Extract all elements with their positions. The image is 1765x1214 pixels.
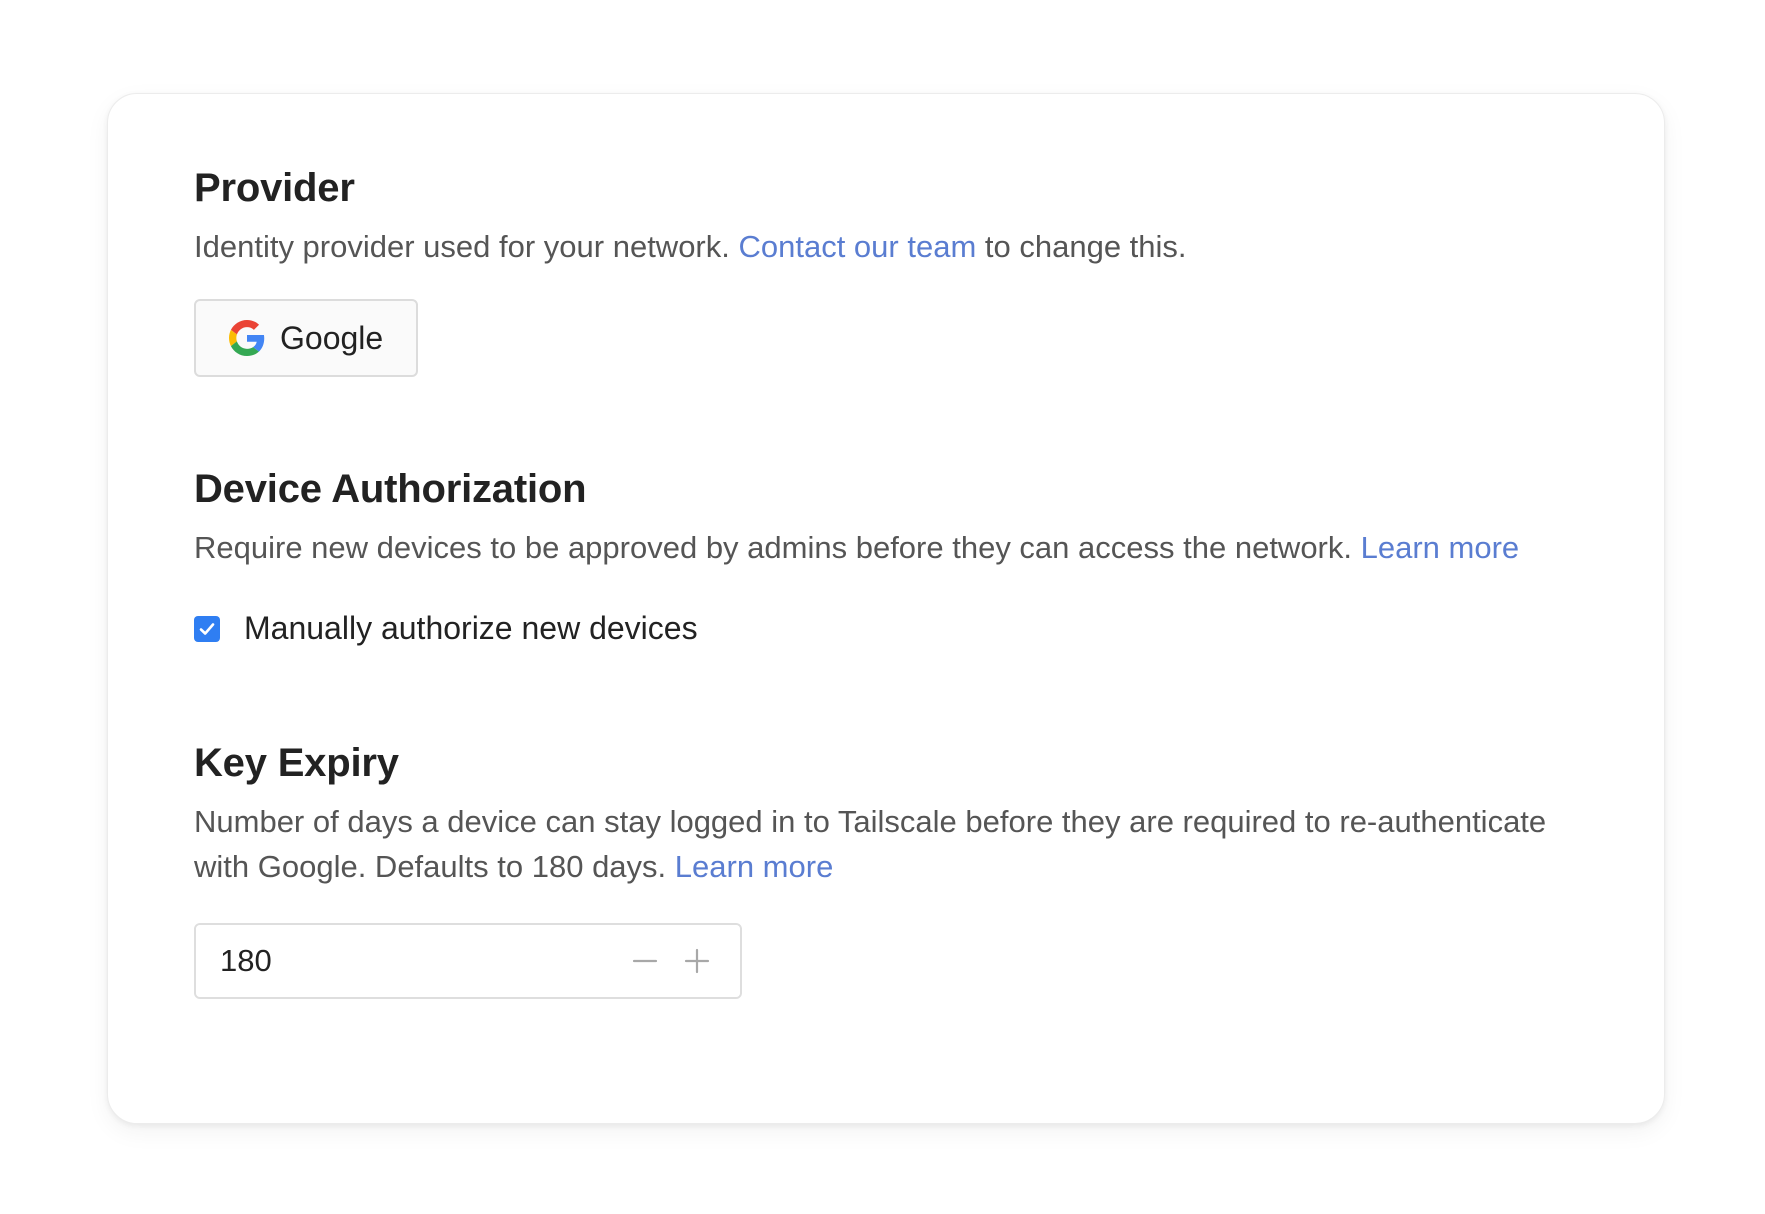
device-authorization-section: Device Authorization Require new devices… <box>194 465 1578 647</box>
minus-icon <box>632 959 658 963</box>
provider-section: Provider Identity provider used for your… <box>194 164 1578 377</box>
device-authorization-description: Require new devices to be approved by ad… <box>194 525 1554 570</box>
key-expiry-learn-more-link[interactable]: Learn more <box>675 849 834 884</box>
key-expiry-heading: Key Expiry <box>194 741 399 785</box>
days-unit-label: days <box>741 925 742 997</box>
settings-card: Provider Identity provider used for your… <box>107 93 1665 1124</box>
device-authorization-learn-more-link[interactable]: Learn more <box>1361 530 1520 565</box>
increment-button[interactable] <box>671 935 723 987</box>
key-expiry-description: Number of days a device can stay logged … <box>194 799 1554 889</box>
manual-authorize-row: Manually authorize new devices <box>194 610 1578 647</box>
manual-authorize-label[interactable]: Manually authorize new devices <box>244 610 698 647</box>
key-expiry-stepper: days <box>194 923 742 999</box>
checkmark-icon <box>199 622 215 635</box>
provider-name: Google <box>280 319 384 356</box>
provider-description-suffix: to change this. <box>976 229 1187 264</box>
key-expiry-days-input[interactable] <box>220 943 619 979</box>
plus-icon <box>684 948 710 974</box>
key-expiry-input-wrap <box>196 925 740 997</box>
manual-authorize-checkbox[interactable] <box>194 615 220 642</box>
provider-heading: Provider <box>194 166 355 210</box>
google-provider-button[interactable]: Google <box>194 299 419 377</box>
key-expiry-section: Key Expiry Number of days a device can s… <box>194 739 1578 999</box>
contact-team-link[interactable]: Contact our team <box>738 229 976 264</box>
key-expiry-description-text: Number of days a device can stay logged … <box>194 804 1547 884</box>
provider-description-text: Identity provider used for your network. <box>194 229 739 264</box>
google-g-icon <box>229 320 265 356</box>
provider-description: Identity provider used for your network.… <box>194 224 1554 269</box>
device-authorization-heading: Device Authorization <box>194 467 587 511</box>
device-authorization-description-text: Require new devices to be approved by ad… <box>194 530 1361 565</box>
decrement-button[interactable] <box>619 935 671 987</box>
